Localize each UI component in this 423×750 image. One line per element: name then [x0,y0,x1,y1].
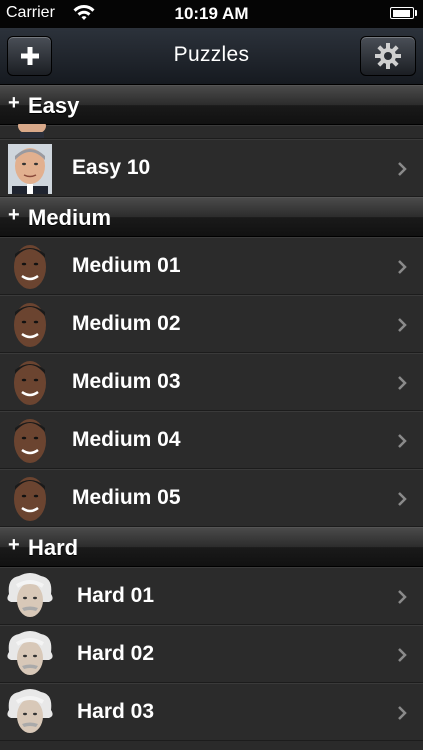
list-item[interactable]: Hard 01 [0,567,423,625]
einstein-face-icon [7,573,53,617]
list-item[interactable]: Hard 03 [0,683,423,741]
chevron-right-icon [398,162,407,176]
gear-icon [361,37,415,75]
chevron-right-icon [398,260,407,274]
list-item[interactable]: Easy 10 [0,139,423,197]
chevron-right-icon [398,590,407,604]
list-item[interactable]: Medium 03 [0,353,423,411]
einstein-face-icon [7,689,53,733]
chevron-right-icon [398,318,407,332]
einstein-face-icon [7,631,53,675]
row-label: Hard 01 [77,584,155,607]
chevron-right-icon [398,492,407,506]
list-item[interactable]: Hard 02 [0,625,423,683]
expand-icon: + [8,204,20,226]
section-header-medium[interactable]: + Medium [0,197,423,237]
row-label: Medium 05 [72,486,181,509]
row-label: Hard 02 [77,642,155,665]
section-label: Hard [28,535,79,560]
expand-icon: + [8,534,20,556]
expand-icon: + [8,92,20,114]
obama-face-icon [14,419,46,463]
section-header-easy[interactable]: + Easy [0,85,423,125]
list-item[interactable] [0,124,423,139]
row-label: Medium 03 [72,370,181,393]
clock: 10:19 AM [174,4,249,23]
row-label: Medium 02 [72,312,181,335]
list-item[interactable]: Medium 02 [0,295,423,353]
section-label: Easy [28,93,80,118]
section-header-hard[interactable]: + Hard [0,527,423,567]
chevron-right-icon [398,706,407,720]
list-item[interactable]: Medium 05 [0,469,423,527]
puzzle-list[interactable]: + Easy Easy 10 + Medium Medium 01 Medium… [0,85,423,750]
row-label: Medium 01 [72,254,181,277]
battery-fill [392,9,410,17]
row-label: Easy 10 [72,156,151,179]
section-label: Medium [28,205,112,230]
settings-button[interactable] [360,36,416,76]
status-bar: Carrier 10:19 AM [0,0,423,28]
battery-icon [390,7,417,19]
navigation-bar: Puzzles [0,28,423,85]
list-item[interactable]: Medium 01 [0,237,423,295]
bush-face-icon [8,144,52,194]
chevron-right-icon [398,434,407,448]
obama-face-icon [14,477,46,521]
obama-face-icon [14,303,46,347]
chevron-right-icon [398,648,407,662]
row-label: Medium 04 [72,428,181,451]
chevron-right-icon [398,376,407,390]
row-label: Hard 03 [77,700,155,723]
obama-face-icon [14,361,46,405]
bush-face-icon [18,124,46,138]
list-item[interactable]: Medium 04 [0,411,423,469]
obama-face-icon [14,245,46,289]
